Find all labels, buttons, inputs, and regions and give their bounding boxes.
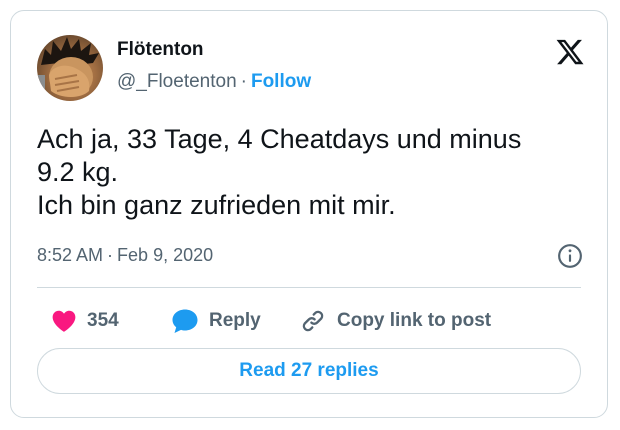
tweet-text-line: Ach ja, 33 Tage, 4 Cheatdays und minus xyxy=(37,124,522,154)
x-logo-icon[interactable] xyxy=(555,37,585,67)
link-icon xyxy=(302,310,324,332)
heart-icon xyxy=(52,310,76,332)
divider xyxy=(37,287,581,288)
speech-bubble-icon xyxy=(172,309,198,333)
like-count: 354 xyxy=(87,310,119,331)
author-handle-line: @_Floetenton · Follow xyxy=(117,71,311,93)
tweet-text-line: Ich bin ganz zufrieden mit mir. xyxy=(37,190,396,220)
tweet-card: Flötenton @_Floetenton · Follow Ach ja, 33… xyxy=(10,10,608,418)
handle-separator: · xyxy=(240,71,247,92)
tweet-actions: 354 Reply Copy link to post xyxy=(37,301,581,341)
reply-button[interactable]: Reply xyxy=(171,301,261,341)
like-button[interactable]: 354 xyxy=(51,301,119,341)
read-replies-button[interactable]: Read 27 replies xyxy=(37,348,581,394)
author-display-name[interactable]: Flötenton xyxy=(117,39,204,61)
author-handle[interactable]: @_Floetenton xyxy=(117,71,237,92)
tweet-time: 8:52 AM xyxy=(37,245,104,265)
info-icon[interactable] xyxy=(557,243,583,269)
reply-label: Reply xyxy=(209,310,261,331)
tweet-date: Feb 9, 2020 xyxy=(117,245,214,265)
follow-link[interactable]: Follow xyxy=(251,71,311,92)
tweet-text-line: 9.2 kg. xyxy=(37,157,119,187)
avatar-image xyxy=(37,37,99,101)
copy-link-button[interactable]: Copy link to post xyxy=(299,301,491,341)
tweet-text: Ach ja, 33 Tage, 4 Cheatdays und minus 9… xyxy=(37,123,597,222)
tweet-timestamp[interactable]: 8:52 AM · Feb 9, 2020 xyxy=(37,245,213,266)
copy-link-label: Copy link to post xyxy=(337,310,492,331)
avatar[interactable] xyxy=(37,35,103,101)
time-separator: · xyxy=(107,245,114,265)
